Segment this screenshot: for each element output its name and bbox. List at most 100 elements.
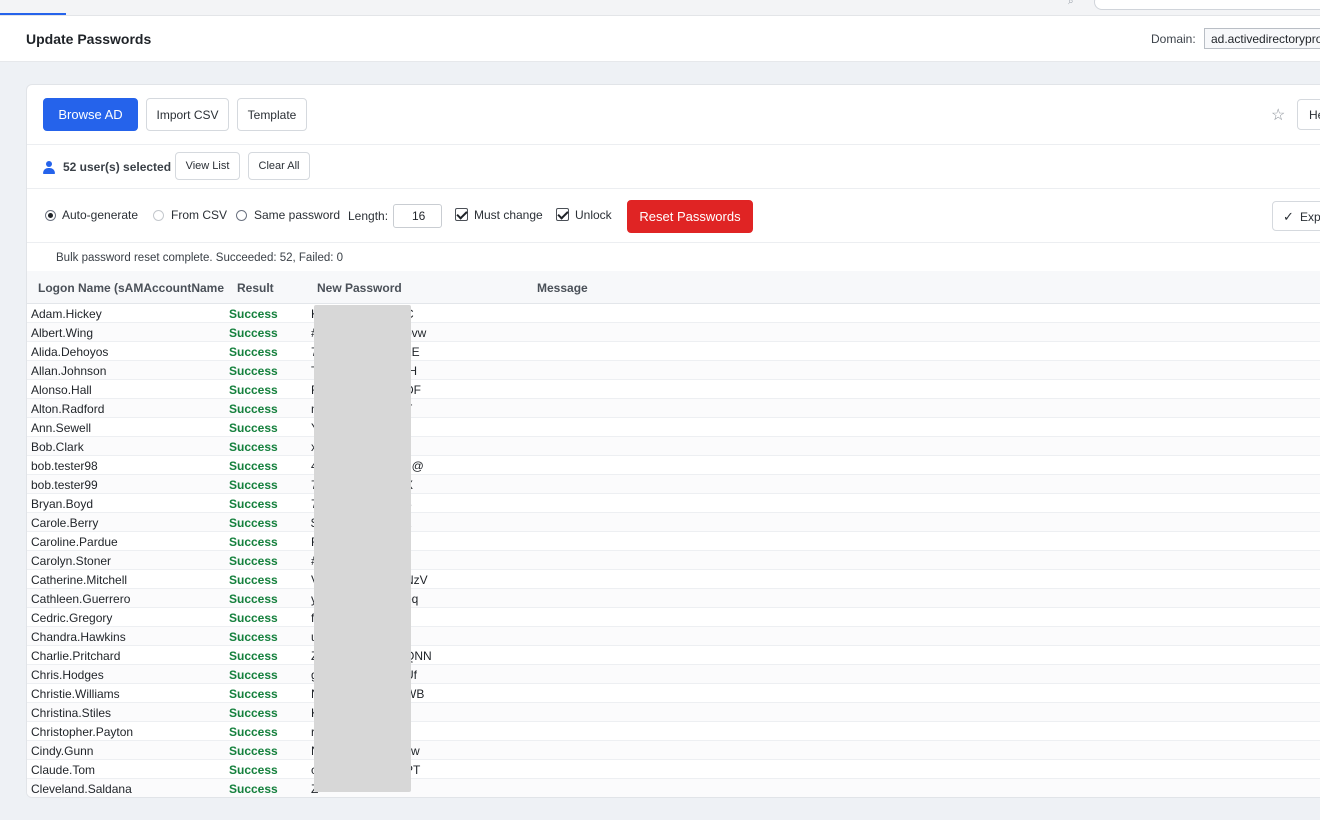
table-row[interactable]: Bob.ClarkSuccessxk	[27, 437, 1320, 456]
table-row[interactable]: Christopher.Payton Success r	[27, 722, 1320, 741]
cell-result: Success	[229, 630, 278, 644]
table-row[interactable]: Adam.HickeySuccessKC	[27, 304, 1320, 323]
cell-logon-name: Cleveland.Saldana	[31, 782, 132, 796]
cell-logon-name: Chandra.Hawkins	[31, 630, 126, 644]
table-header: Logon Name (sAMAccountName Result New Pa…	[27, 271, 1320, 304]
user-icon	[43, 161, 55, 174]
from-csv-radio[interactable]	[153, 210, 164, 221]
view-list-button[interactable]: View List	[175, 152, 240, 180]
cell-result: Success	[229, 687, 278, 701]
cell-result: Success	[229, 307, 278, 321]
main-panel: Browse AD Import CSV Template ☆ He 52 us…	[26, 84, 1320, 798]
table-row[interactable]: Alida.DehoyosSuccess72E	[27, 342, 1320, 361]
cell-logon-name: Chris.Hodges	[31, 668, 104, 682]
global-search-input[interactable]	[1094, 0, 1320, 10]
cell-result: Success	[229, 364, 278, 378]
must-change-checkbox[interactable]	[455, 208, 468, 221]
cell-logon-name: Cathleen.Guerrero	[31, 592, 131, 606]
table-row[interactable]: Alton.RadfordSuccessnT	[27, 399, 1320, 418]
cell-logon-name: Adam.Hickey	[31, 307, 102, 321]
cell-logon-name: Cedric.Gregory	[31, 611, 113, 625]
status-message: Bulk password reset complete. Succeeded:…	[56, 252, 344, 264]
table-row[interactable]: Christie.WilliamsSuccessNWB	[27, 684, 1320, 703]
table-row[interactable]: bob.tester98Success4n@	[27, 456, 1320, 475]
table-row[interactable]: Allan.JohnsonSuccessTfH	[27, 361, 1320, 380]
cell-logon-name: Ann.Sewell	[31, 421, 92, 435]
cell-logon-name: Bob.Clark	[31, 440, 84, 454]
cell-logon-name: Carolyn.Stoner	[31, 554, 112, 568]
cell-logon-name: bob.tester98	[31, 459, 98, 473]
table-row[interactable]: Charlie.PritchardSuccessZQNN	[27, 646, 1320, 665]
star-icon[interactable]: ☆	[1271, 105, 1285, 125]
table-row[interactable]: bob.tester99Success7X	[27, 475, 1320, 494]
table-row[interactable]: Alonso.HallSuccessFDF	[27, 380, 1320, 399]
table-row[interactable]: Albert.WingSuccess#ovw	[27, 323, 1320, 342]
check-icon: ✓	[1283, 209, 1294, 224]
options-row: Auto-generate From CSV Same password Len…	[27, 189, 1320, 243]
cell-logon-name: Albert.Wing	[31, 326, 94, 340]
table-row[interactable]: Chris.HodgesSuccessgUf	[27, 665, 1320, 684]
table-row[interactable]: Carolyn.StonerSuccess#	[27, 551, 1320, 570]
cell-logon-name: Christopher.Payton	[31, 725, 134, 739]
table-row[interactable]: Carole.BerrySuccess$2	[27, 513, 1320, 532]
domain-label: Domain:	[1151, 32, 1196, 46]
table-row[interactable]: Ann.SewellSuccessY	[27, 418, 1320, 437]
cell-logon-name: bob.tester99	[31, 478, 98, 492]
top-tab-strip: ⌕	[0, 0, 1320, 16]
clear-all-button[interactable]: Clear All	[248, 152, 310, 180]
table-row[interactable]: Christina.StilesSuccessKs	[27, 703, 1320, 722]
cell-result: Success	[229, 763, 278, 777]
cell-result: Success	[229, 573, 278, 587]
unlock-checkbox[interactable]	[556, 208, 569, 221]
table-row[interactable]: Chandra.HawkinsSuccessu	[27, 627, 1320, 646]
cell-logon-name: Alonso.Hall	[31, 383, 92, 397]
cell-logon-name: Alton.Radford	[31, 402, 105, 416]
cell-logon-name: Bryan.Boyd	[31, 497, 94, 511]
table-row[interactable]: Cleveland.SaldanaSuccessZ	[27, 779, 1320, 797]
page-title: Update Passwords	[26, 31, 152, 47]
active-tab-indicator	[0, 13, 66, 15]
table-row[interactable]: Bryan.BoydSuccess75	[27, 494, 1320, 513]
table-row[interactable]: Cindy.GunnSuccessNJw	[27, 741, 1320, 760]
cell-result: Success	[229, 725, 278, 739]
help-button[interactable]: He	[1297, 99, 1320, 130]
cell-logon-name: Charlie.Pritchard	[31, 649, 121, 663]
template-button[interactable]: Template	[237, 98, 307, 131]
cell-logon-name: Allan.Johnson	[31, 364, 107, 378]
table-row[interactable]: Cathleen.GuerreroSuccessyeq	[27, 589, 1320, 608]
cell-result: Success	[229, 649, 278, 663]
auto-generate-radio[interactable]	[45, 210, 56, 221]
table-row[interactable]: Catherine.MitchellSuccessVNzV	[27, 570, 1320, 589]
domain-select[interactable]: ad.activedirectorypro	[1204, 28, 1320, 49]
export-button[interactable]: ✓ Expo	[1272, 201, 1320, 231]
cell-result: Success	[229, 345, 278, 359]
unlock-label: Unlock	[575, 208, 612, 222]
password-redaction	[314, 305, 411, 792]
toolbar: Browse AD Import CSV Template ☆ He	[27, 85, 1320, 145]
export-label: Expo	[1300, 210, 1320, 224]
cell-result: Success	[229, 744, 278, 758]
cell-logon-name: Claude.Tom	[31, 763, 96, 777]
cell-logon-name: Christie.Williams	[31, 687, 120, 701]
cell-result: Success	[229, 478, 278, 492]
cell-result: Success	[229, 706, 278, 720]
cell-logon-name: Caroline.Pardue	[31, 535, 118, 549]
cell-logon-name: Cindy.Gunn	[31, 744, 94, 758]
column-header-result[interactable]: Result	[237, 281, 274, 295]
cell-result: Success	[229, 535, 278, 549]
cell-result: Success	[229, 459, 278, 473]
reset-passwords-button[interactable]: Reset Passwords	[627, 200, 753, 233]
column-header-logon[interactable]: Logon Name (sAMAccountName	[38, 281, 224, 295]
cell-result: Success	[229, 611, 278, 625]
column-header-password[interactable]: New Password	[317, 281, 402, 295]
auto-generate-label: Auto-generate	[62, 208, 139, 222]
table-row[interactable]: Cedric.Gregory Success f	[27, 608, 1320, 627]
column-header-message[interactable]: Message	[537, 281, 588, 295]
table-row[interactable]: Caroline.PardueSuccessFv	[27, 532, 1320, 551]
import-csv-button[interactable]: Import CSV	[146, 98, 229, 131]
length-input[interactable]: 16	[393, 204, 442, 228]
same-password-radio[interactable]	[236, 210, 247, 221]
table-row[interactable]: Claude.TomSuccesscPT	[27, 760, 1320, 779]
length-label: Length:	[348, 209, 389, 223]
browse-ad-button[interactable]: Browse AD	[43, 98, 138, 131]
